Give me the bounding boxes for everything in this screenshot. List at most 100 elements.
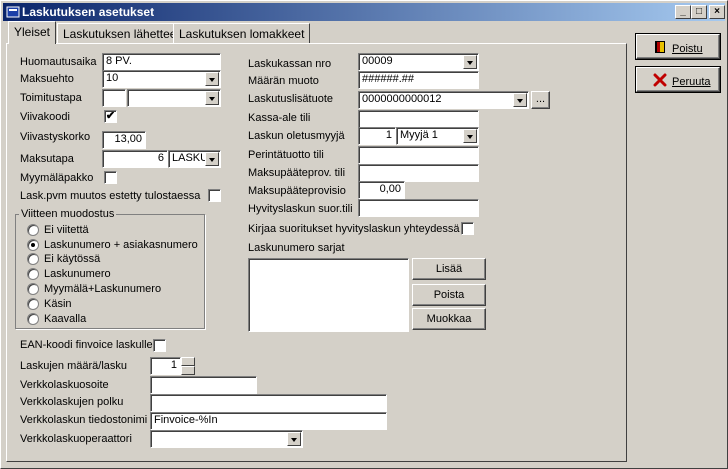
minimize-button[interactable]: _: [675, 5, 691, 19]
viivastyskorko-input[interactable]: 13,00: [102, 131, 146, 149]
oletusmyyja-value: Myyjä 1: [400, 129, 438, 141]
ean-label: EAN-koodi finvoice laskulle: [20, 339, 153, 351]
verkkolaskujen-polku-input[interactable]: [150, 394, 387, 412]
toimitustapa-code-input[interactable]: [102, 89, 126, 107]
maximize-button[interactable]: □: [691, 5, 707, 19]
spin-down-icon[interactable]: [181, 366, 195, 375]
viivakoodi-label: Viivakoodi: [20, 111, 70, 123]
myymalapakko-checkbox[interactable]: [104, 171, 117, 184]
chevron-down-icon[interactable]: [205, 152, 219, 166]
chevron-down-icon[interactable]: [205, 91, 219, 105]
chevron-down-icon[interactable]: [205, 72, 219, 86]
lask-pvm-checkbox[interactable]: [208, 189, 221, 202]
settings-window: Laskutuksen asetukset _ □ × Yleiset Lask…: [0, 0, 728, 469]
lisaa-button[interactable]: Lisää: [412, 258, 486, 280]
laskutuslisatuote-browse-button[interactable]: ...: [531, 91, 550, 109]
title-bar: Laskutuksen asetukset _ □ ×: [3, 3, 725, 21]
chevron-down-icon[interactable]: [463, 55, 477, 69]
laskutuslisatuote-value: 0000000000012: [362, 93, 442, 105]
check-icon: ✔: [105, 110, 116, 122]
app-icon: [6, 6, 20, 18]
maksupaateprovisio-label: Maksupääteprovisio: [248, 185, 346, 197]
chevron-down-icon[interactable]: [287, 432, 301, 446]
myymalapakko-label: Myymäläpakko: [20, 172, 94, 184]
laskujen-maara-input[interactable]: 1: [150, 357, 181, 375]
maksutapa-select[interactable]: LASKU: [168, 150, 221, 168]
tiedostonimi-label: Verkkolaskun tiedostonimi: [20, 414, 148, 426]
radio-myymala-laskunumero[interactable]: [27, 283, 39, 295]
radio-laskunumero-asiakasnumero[interactable]: [27, 239, 39, 251]
perintatuotto-input[interactable]: [358, 146, 479, 164]
peruuta-button[interactable]: Peruuta: [636, 67, 720, 92]
tab-panel: Huomautusaika 8 PV. Maksuehto 10 Toimitu…: [6, 43, 627, 462]
ean-checkbox[interactable]: [153, 339, 166, 352]
tab-laskutuksen-lahetteet[interactable]: Laskutuksen lähetteet: [57, 23, 186, 43]
laskukassan-nro-select[interactable]: 00009: [358, 53, 479, 71]
lask-pvm-label: Lask.pvm muutos estetty tulostaessa: [20, 190, 201, 202]
kirjaa-suoritukset-checkbox[interactable]: [461, 222, 474, 235]
window-title: Laskutuksen asetukset: [22, 5, 155, 19]
hyvityslaskun-input[interactable]: [358, 199, 479, 217]
maksuehto-select[interactable]: 10: [102, 70, 221, 88]
maksutapa-value: LASKU: [172, 152, 209, 164]
laskunumero-sarjat-list[interactable]: [248, 258, 409, 332]
tiedostonimi-input[interactable]: Finvoice-%In: [150, 412, 387, 430]
maaran-muoto-input[interactable]: ######.##: [358, 71, 479, 89]
muokkaa-button[interactable]: Muokkaa: [412, 308, 486, 330]
laskunumero-sarjat-label: Laskunumero sarjat: [248, 242, 345, 254]
huomautusaika-input[interactable]: 8 PV.: [102, 53, 221, 71]
radio-label: Myymälä+Laskunumero: [44, 283, 162, 295]
chevron-down-icon[interactable]: [463, 129, 477, 143]
toimitustapa-select[interactable]: [127, 89, 221, 107]
poistu-label: Poistu: [672, 43, 703, 55]
cancel-x-icon: [653, 73, 667, 87]
maksupaateprov-tili-label: Maksupääteprov. tili: [248, 167, 346, 179]
maksutapa-code-input[interactable]: 6: [102, 150, 168, 168]
close-button[interactable]: ×: [709, 5, 725, 19]
viivakoodi-checkbox[interactable]: ✔: [104, 110, 117, 123]
radio-ei-kaytossa[interactable]: [27, 253, 39, 265]
operaattori-label: Verkkolaskuoperaattori: [20, 433, 132, 445]
maksuehto-value: 10: [106, 72, 119, 84]
verkkolaskuosoite-label: Verkkolaskuosoite: [20, 379, 109, 391]
poistu-button[interactable]: Poistu: [636, 34, 720, 59]
verkkolaskuosoite-input[interactable]: [150, 376, 257, 394]
viitteen-muodostus-title: Viitteen muodostus: [19, 208, 117, 221]
radio-label: Laskunumero + asiakasnumero: [44, 239, 198, 251]
operaattori-select[interactable]: [150, 430, 303, 448]
verkkolaskujen-polku-label: Verkkolaskujen polku: [20, 396, 124, 408]
laskutuslisatuote-select[interactable]: 0000000000012: [358, 91, 529, 109]
laskukassan-nro-value: 00009: [362, 55, 393, 67]
hyvityslaskun-label: Hyvityslaskun suor.tili: [248, 203, 353, 215]
radio-kaavalla[interactable]: [27, 313, 39, 325]
poista-button[interactable]: Poista: [412, 284, 486, 306]
radio-label: Laskunumero: [44, 268, 111, 280]
maaran-muoto-label: Määrän muoto: [248, 75, 319, 87]
tab-laskutuksen-lomakkeet[interactable]: Laskutuksen lomakkeet: [173, 23, 311, 43]
kirjaa-suoritukset-label: Kirjaa suoritukset hyvityslaskun yhteyde…: [248, 223, 460, 235]
radio-label: Kaavalla: [44, 313, 87, 325]
laskujen-maara-spinner[interactable]: [181, 357, 195, 375]
oletusmyyja-select[interactable]: Myyjä 1: [396, 127, 479, 145]
radio-ei-viitetta[interactable]: [27, 224, 39, 236]
kassa-ale-tili-label: Kassa-ale tili: [248, 112, 311, 124]
kassa-ale-tili-input[interactable]: [358, 110, 479, 128]
radio-label: Ei käytössä: [44, 253, 101, 265]
radio-label: Käsin: [44, 298, 72, 310]
maksutapa-label: Maksutapa: [20, 153, 74, 165]
tab-yleiset[interactable]: Yleiset: [8, 21, 57, 44]
oletusmyyja-code-input[interactable]: 1: [358, 127, 396, 145]
maksupaateprov-tili-input[interactable]: [358, 164, 479, 182]
toimitustapa-label: Toimitustapa: [20, 92, 82, 104]
radio-laskunumero[interactable]: [27, 268, 39, 280]
chevron-down-icon[interactable]: [513, 93, 527, 107]
laskutuslisatuote-label: Laskutuslisätuote: [248, 93, 333, 105]
maksupaateprovisio-input[interactable]: 0,00: [358, 181, 405, 199]
spin-up-icon[interactable]: [181, 357, 195, 366]
peruuta-label: Peruuta: [672, 76, 711, 88]
exit-door-icon: [655, 41, 665, 53]
oletusmyyja-label: Laskun oletusmyyjä: [248, 130, 345, 142]
radio-kasin[interactable]: [27, 298, 39, 310]
perintatuotto-label: Perintätuotto tili: [248, 149, 324, 161]
laskukassan-nro-label: Laskukassan nro: [248, 58, 332, 70]
